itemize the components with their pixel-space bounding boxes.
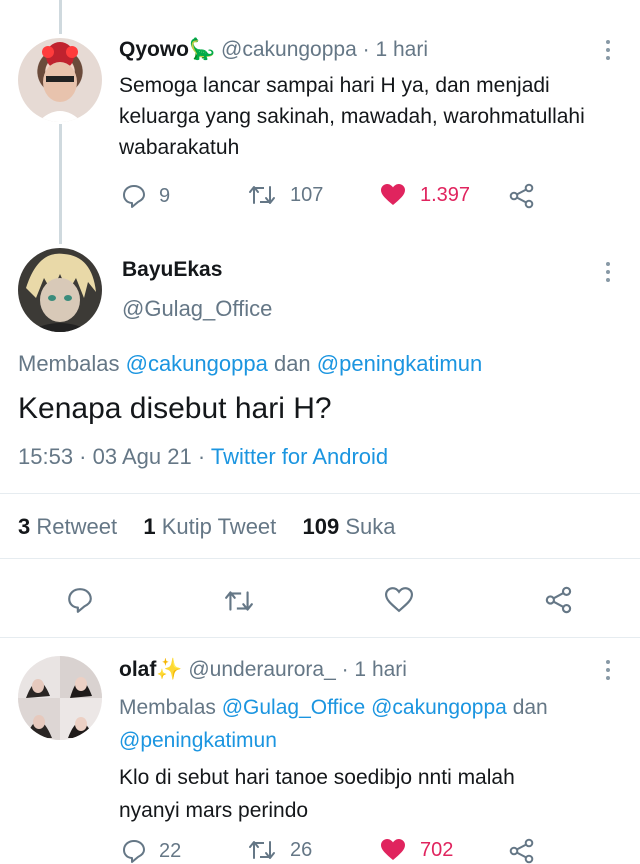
heart-filled-icon (380, 183, 406, 207)
display-name[interactable]: Qyowo (119, 38, 189, 61)
mention-link[interactable]: @peningkatimun (119, 729, 277, 752)
reply-icon (66, 586, 94, 614)
user-handle[interactable]: @underaurora_ (188, 658, 335, 681)
share-icon (545, 586, 573, 614)
like-button[interactable]: 702 (380, 838, 453, 862)
sparkles-emoji-icon: ✨ (156, 658, 183, 681)
tweet-source-link[interactable]: Twitter for Android (211, 444, 388, 469)
divider (0, 493, 640, 494)
reply-button[interactable] (66, 586, 94, 614)
mention-link[interactable]: @Gulag_Office (222, 696, 366, 719)
tweet-text: Kenapa disebut hari H? (18, 392, 332, 425)
retweet-icon (224, 588, 254, 614)
tweet-timestamp: 15:53 · 03 Agu 21 · Twitter for Android (18, 444, 389, 469)
tweet-text: Klo di sebut hari tanoe soedibjo nnti ma… (119, 766, 515, 822)
user-handle[interactable]: @Gulag_Office (122, 296, 272, 322)
reply-count: 9 (159, 184, 171, 207)
divider (0, 637, 640, 638)
tweet-time: · 1 hari (362, 38, 428, 61)
reply-button[interactable]: 9 (121, 183, 170, 209)
more-options-icon[interactable] (605, 40, 611, 64)
like-button[interactable]: 1.397 (380, 183, 470, 207)
mention-link[interactable]: @cakungoppa (371, 696, 507, 719)
display-name[interactable]: olaf (119, 658, 156, 681)
reply-icon (121, 183, 147, 209)
thread-line-mid (59, 124, 62, 244)
avatar[interactable] (18, 248, 102, 332)
user-handle[interactable]: @cakungoppa (221, 38, 357, 61)
avatar[interactable] (18, 38, 102, 122)
retweet-icon (248, 838, 276, 862)
heart-outline-icon (385, 587, 413, 613)
mention-link[interactable]: @cakungoppa (126, 351, 268, 376)
like-button[interactable] (385, 587, 413, 613)
heart-filled-icon (380, 838, 406, 862)
quotes-stat[interactable]: 1 Kutip Tweet (143, 514, 276, 539)
dinosaur-emoji-icon: 🦕 (189, 38, 216, 61)
retweet-count: 26 (290, 838, 313, 861)
thread-line-top (59, 0, 62, 34)
retweet-icon (248, 183, 276, 207)
display-name[interactable]: BayuEkas (122, 258, 222, 282)
more-options-icon[interactable] (605, 262, 611, 286)
tweet-time: · 1 hari (341, 658, 407, 681)
retweet-button[interactable] (224, 588, 254, 614)
like-count: 702 (420, 838, 454, 861)
divider (0, 558, 640, 559)
like-count: 1.397 (420, 183, 471, 206)
retweets-stat[interactable]: 3 Retweet (18, 514, 117, 539)
mention-link[interactable]: @peningkatimun (317, 351, 482, 376)
avatar[interactable] (18, 656, 102, 740)
likes-stat[interactable]: 109 Suka (303, 514, 396, 539)
share-icon (509, 183, 535, 209)
reply-icon (121, 838, 147, 864)
share-button[interactable] (509, 183, 535, 209)
reply-context: Membalas @cakungoppa dan @peningkatimun (18, 351, 483, 376)
retweet-button[interactable]: 107 (248, 183, 323, 207)
share-button[interactable] (509, 838, 535, 864)
reply-context: Membalas @Gulag_Office @cakungoppa dan @… (119, 696, 548, 752)
reply-button[interactable]: 22 (121, 838, 181, 864)
retweet-count: 107 (290, 183, 324, 206)
share-icon (509, 838, 535, 864)
tweet-stats: 3 Retweet 1 Kutip Tweet 109 Suka (18, 514, 396, 540)
share-button[interactable] (545, 586, 573, 614)
retweet-button[interactable]: 26 (248, 838, 312, 862)
tweet-text: Semoga lancar sampai hari H ya, dan menj… (119, 74, 585, 159)
more-options-icon[interactable] (605, 660, 611, 684)
reply-count: 22 (159, 839, 182, 862)
